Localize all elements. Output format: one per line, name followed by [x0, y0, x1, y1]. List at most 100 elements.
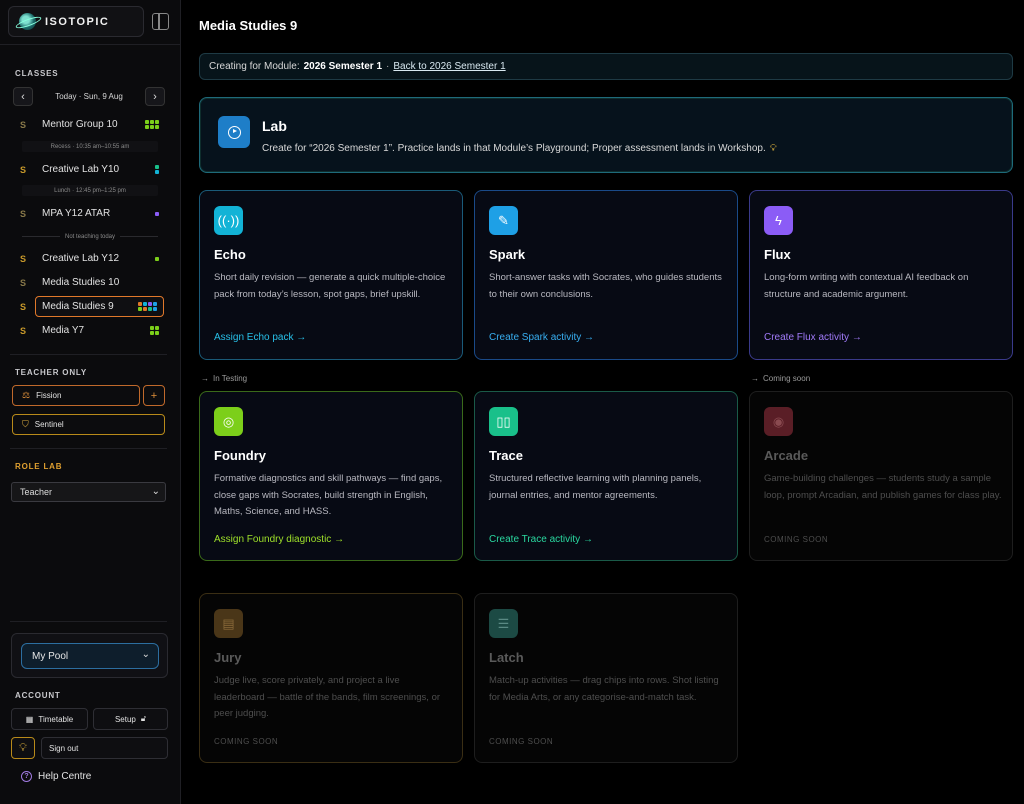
- class-color-dots: [155, 165, 159, 174]
- class-color-dots: [145, 120, 159, 129]
- coming-soon-tag: → Coming soon: [751, 374, 810, 383]
- back-to-module-link[interactable]: Back to 2026 Semester 1: [393, 61, 505, 72]
- card-description: Short-answer tasks with Socrates, who gu…: [489, 272, 722, 300]
- class-status-s: S: [20, 301, 27, 312]
- collapse-sidebar-icon[interactable]: [152, 13, 169, 30]
- pool-select[interactable]: My Pool ⌄: [21, 643, 159, 669]
- card-title: Trace: [489, 448, 523, 463]
- class-status-s: S: [20, 164, 27, 175]
- pencil-icon: ✎: [489, 206, 518, 235]
- card-title: Spark: [489, 247, 526, 262]
- role-lab-heading: ROLE LAB: [15, 462, 63, 471]
- assign-echo-link[interactable]: Assign Echo pack →: [214, 332, 306, 343]
- not-teaching-separator: Not teaching today: [22, 231, 159, 242]
- lab-banner: Lab Create for “2026 Semester 1”. Practi…: [199, 97, 1013, 173]
- jury-card: ▤ Jury Judge live, score privately, and …: [199, 593, 463, 763]
- card-title: Arcade: [764, 448, 809, 463]
- fission-label: Fission: [36, 391, 62, 400]
- class-item-creative-lab-y10[interactable]: S Creative Lab Y10: [13, 159, 165, 180]
- flux-card[interactable]: ϟ Flux Long-form writing with contextual…: [749, 190, 1013, 360]
- list-icon: ☰: [489, 609, 518, 638]
- help-icon: ?: [21, 771, 32, 782]
- module-prefix: Creating for Module:: [209, 61, 300, 72]
- lunch-break: Lunch · 12:45 pm–1:25 pm: [22, 185, 158, 196]
- class-name: Media Y7: [42, 325, 85, 336]
- sentinel-button[interactable]: ⛉ Sentinel: [12, 414, 165, 435]
- class-name: Media Studies 9: [42, 301, 114, 312]
- class-item-creative-lab-y12[interactable]: S Creative Lab Y12: [13, 248, 165, 269]
- classes-heading: CLASSES: [15, 69, 59, 78]
- spark-card[interactable]: ✎ Spark Short-answer tasks with Socrates…: [474, 190, 738, 360]
- fission-button[interactable]: ⚖ Fission: [12, 385, 140, 406]
- lightbulb-button[interactable]: 💡︎: [11, 737, 35, 759]
- brand-name: ISOTOPIC: [45, 15, 110, 28]
- lab-play-icon: [218, 116, 250, 148]
- help-centre-link[interactable]: ? Help Centre: [21, 771, 91, 782]
- isotopic-logo-icon: [19, 13, 36, 30]
- class-item-media-y7[interactable]: S Media Y7: [13, 320, 165, 341]
- arrow-right-icon: →: [751, 374, 759, 383]
- chevron-down-icon: ⌄: [141, 649, 150, 660]
- setup-button[interactable]: Setup 🔓︎: [93, 708, 168, 730]
- divider: [10, 354, 167, 355]
- scales-icon: ⚖: [22, 390, 31, 400]
- class-color-dots: [155, 211, 159, 216]
- recess-break: Recess · 10:35 am–10:55 am: [22, 141, 158, 152]
- foundry-card[interactable]: ◎ Foundry Formative diagnostics and skil…: [199, 391, 463, 561]
- card-description: Structured reflective learning with plan…: [489, 473, 702, 501]
- sign-out-button[interactable]: Sign out: [41, 737, 168, 759]
- create-trace-link[interactable]: Create Trace activity →: [489, 534, 593, 545]
- lock-icon: 🔓︎: [140, 714, 147, 723]
- latch-card: ☰ Latch Match-up activities — drag chips…: [474, 593, 738, 763]
- card-description: Match-up activities — drag chips into ro…: [489, 675, 719, 703]
- class-status-s: S: [20, 119, 27, 130]
- module-separator: ·: [386, 61, 390, 72]
- class-color-dots: [150, 326, 159, 335]
- card-description: Formative diagnostics and skill pathways…: [214, 473, 443, 517]
- card-description: Short daily revision — generate a quick …: [214, 272, 446, 300]
- assign-foundry-link[interactable]: Assign Foundry diagnostic →: [214, 534, 344, 545]
- class-item-media-studies-10[interactable]: S Media Studies 10: [13, 272, 165, 293]
- class-status-s: S: [20, 325, 27, 336]
- not-teaching-label: Not teaching today: [64, 233, 116, 240]
- next-day-button[interactable]: ›: [144, 87, 165, 106]
- prev-day-button[interactable]: ‹: [13, 87, 33, 106]
- module-context-bar: Creating for Module: 2026 Semester 1 · B…: [199, 53, 1013, 80]
- timetable-label: Timetable: [38, 714, 74, 724]
- chevron-down-icon: ⌄: [151, 486, 160, 497]
- coming-soon-status: COMING SOON: [764, 535, 829, 544]
- class-status-s: S: [20, 277, 27, 288]
- shield-icon: ⛉: [22, 419, 29, 429]
- trace-card[interactable]: ▯▯ Trace Structured reflective learning …: [474, 391, 738, 561]
- class-item-mentor-group-10[interactable]: S Mentor Group 10: [13, 114, 165, 135]
- class-status-s: S: [20, 208, 27, 219]
- divider: [10, 621, 167, 622]
- class-name: MPA Y12 ATAR: [42, 208, 111, 219]
- create-flux-link[interactable]: Create Flux activity →: [764, 332, 862, 343]
- brand[interactable]: ISOTOPIC: [8, 6, 144, 37]
- pool-panel: My Pool ⌄: [11, 633, 168, 678]
- lab-title: Lab: [262, 118, 287, 134]
- divider: [0, 44, 180, 45]
- target-icon: ◎: [214, 407, 243, 436]
- echo-card[interactable]: ((·)) Echo Short daily revision — genera…: [199, 190, 463, 360]
- role-select[interactable]: Teacher ⌄: [11, 482, 166, 502]
- class-name: Creative Lab Y10: [42, 164, 120, 175]
- timetable-button[interactable]: ▦ Timetable: [11, 708, 88, 730]
- day-label: Today · Sun, 9 Aug: [55, 92, 123, 101]
- card-title: Latch: [489, 650, 524, 665]
- create-spark-link[interactable]: Create Spark activity →: [489, 332, 594, 343]
- class-item-mpa-y12-atar[interactable]: S MPA Y12 ATAR: [13, 203, 165, 224]
- lab-description: Create for “2026 Semester 1”. Practice l…: [262, 143, 777, 154]
- plus-icon: +: [150, 389, 158, 402]
- sign-out-label: Sign out: [49, 743, 79, 753]
- coming-soon-status: COMING SOON: [214, 737, 279, 746]
- sentinel-label: Sentinel: [34, 420, 64, 429]
- class-item-media-studies-9[interactable]: Media Studies 9: [35, 296, 164, 317]
- class-status-s: S: [20, 253, 27, 264]
- add-fission-button[interactable]: +: [143, 385, 165, 406]
- arcade-card: ◉ Arcade Game-building challenges — stud…: [749, 391, 1013, 561]
- account-heading: ACCOUNT: [15, 691, 61, 700]
- in-testing-label: In Testing: [213, 374, 248, 383]
- lightbulb-icon: 💡︎: [769, 143, 777, 154]
